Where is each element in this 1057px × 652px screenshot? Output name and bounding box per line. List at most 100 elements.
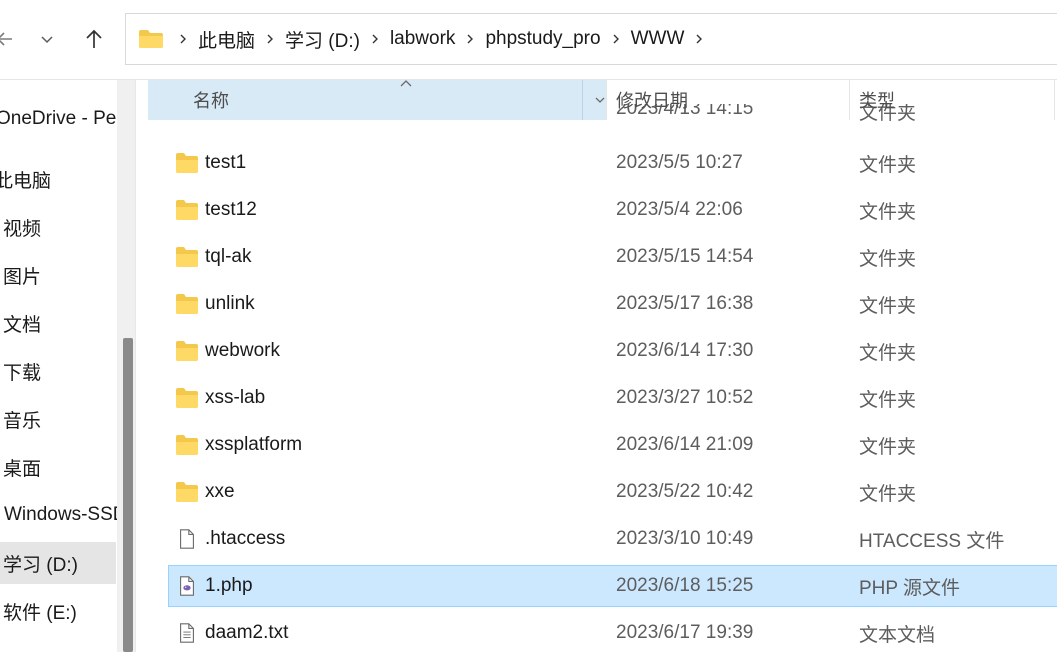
breadcrumb-phpstudy-pro[interactable]: phpstudy_pro xyxy=(479,28,606,50)
file-name: xssplatform xyxy=(205,434,303,455)
chevron-right-icon[interactable] xyxy=(368,32,382,46)
list-item[interactable]: webwork 2023/6/14 17:30 文件夹 xyxy=(169,331,1057,371)
sidebar-item-desktop[interactable]: 桌面 xyxy=(0,446,117,488)
file-type: 文件夹 xyxy=(859,483,917,505)
sidebar-item-documents[interactable]: 文档 xyxy=(0,302,117,344)
folder-icon xyxy=(176,435,198,455)
column-header-name[interactable]: 名称 xyxy=(148,80,606,120)
sidebar-item-pictures[interactable]: 图片 xyxy=(0,254,117,296)
chevron-right-icon[interactable] xyxy=(609,32,623,46)
sidebar-scrollbar-thumb[interactable] xyxy=(123,338,133,652)
file-name: test1 xyxy=(205,152,247,173)
sidebar-item-videos[interactable]: 视频 xyxy=(0,206,117,248)
blank-file-icon xyxy=(180,529,194,549)
column-separator[interactable] xyxy=(1054,80,1055,120)
list-item[interactable]: 1.php 2023/6/18 15:25 PHP 源文件 xyxy=(168,565,1057,607)
column-separator[interactable] xyxy=(606,80,607,120)
list-item[interactable]: tql-ak 2023/5/15 14:54 文件夹 xyxy=(169,237,1057,277)
file-date: 2023/5/15 14:54 xyxy=(616,246,754,267)
list-item[interactable]: test1 2023/5/5 10:27 文件夹 xyxy=(169,143,1057,183)
sidebar-item-music[interactable]: 音乐 xyxy=(0,398,117,440)
sidebar-item-label: OneDrive - Per xyxy=(0,108,117,129)
sidebar-item-label: 视频 xyxy=(3,218,42,240)
sidebar-item-drive-e[interactable]: 软件 (E:) xyxy=(0,590,117,632)
breadcrumb-www[interactable]: WWW xyxy=(625,28,691,50)
file-name: test12 xyxy=(205,199,257,220)
list-item[interactable]: test12 2023/5/4 22:06 文件夹 xyxy=(169,190,1057,230)
file-type: 文件夹 xyxy=(859,154,917,176)
file-type: 文件夹 xyxy=(859,248,917,270)
up-button[interactable] xyxy=(79,24,109,54)
sidebar-item-label: 音乐 xyxy=(3,410,42,432)
folder-icon xyxy=(176,388,198,408)
column-header-label: 修改日期 xyxy=(616,91,688,111)
sort-ascending-icon xyxy=(400,80,412,87)
text-file-icon xyxy=(180,623,194,643)
column-header-type[interactable]: 类型 xyxy=(859,80,1057,120)
navigation-pane: OneDrive - Per 此电脑 视频 图片 文档 下载 音乐 桌面 Win… xyxy=(0,80,117,652)
file-list: test 2023/4/13 14:15 文件夹 名称 修改日期 类型 test… xyxy=(136,80,1057,652)
column-separator[interactable] xyxy=(849,80,850,120)
sidebar-item-label: Windows-SSD xyxy=(4,504,117,525)
file-type: 文件夹 xyxy=(859,295,917,317)
folder-icon xyxy=(138,29,164,49)
file-date: 2023/6/17 19:39 xyxy=(616,622,754,643)
chevron-right-icon[interactable] xyxy=(463,32,477,46)
list-item[interactable]: xss-lab 2023/3/27 10:52 文件夹 xyxy=(169,378,1057,418)
file-name: xss-lab xyxy=(205,387,266,408)
sidebar-item-drive-d[interactable]: 学习 (D:) xyxy=(0,542,116,584)
chevron-right-icon[interactable] xyxy=(263,32,277,46)
recent-locations-button[interactable] xyxy=(32,24,62,54)
file-date: 2023/6/18 15:25 xyxy=(616,575,754,596)
sidebar-item-label: 图片 xyxy=(3,266,42,288)
file-type: PHP 源文件 xyxy=(859,577,961,599)
file-date: 2023/6/14 21:09 xyxy=(616,434,754,455)
file-type: 文件夹 xyxy=(859,201,917,223)
sidebar-item-windows-ssd[interactable]: Windows-SSD xyxy=(0,494,117,536)
sidebar-item-downloads[interactable]: 下载 xyxy=(0,350,117,392)
sidebar-item-this-pc[interactable]: 此电脑 xyxy=(0,158,117,200)
chevron-down-icon xyxy=(41,36,53,44)
file-date: 2023/3/27 10:52 xyxy=(616,387,754,408)
file-date: 2023/5/5 10:27 xyxy=(616,152,743,173)
list-item[interactable]: xxe 2023/5/22 10:42 文件夹 xyxy=(169,472,1057,512)
file-date: 2023/3/10 10:49 xyxy=(616,528,754,549)
column-header-date[interactable]: 修改日期 xyxy=(616,80,849,120)
arrow-up-icon xyxy=(86,29,102,48)
list-item[interactable]: unlink 2023/5/17 16:38 文件夹 xyxy=(169,284,1057,324)
breadcrumb-this-pc[interactable]: 此电脑 xyxy=(192,26,261,53)
php-file-icon xyxy=(180,576,194,596)
folder-icon xyxy=(176,341,198,361)
folder-icon xyxy=(176,247,198,267)
folder-icon xyxy=(176,153,198,173)
column-dropdown-divider xyxy=(582,80,583,120)
file-name: webwork xyxy=(205,340,280,361)
file-type: 文本文档 xyxy=(859,624,936,646)
folder-icon xyxy=(176,200,198,220)
back-button[interactable] xyxy=(0,24,20,54)
file-name: daam2.txt xyxy=(205,622,289,643)
file-date: 2023/6/14 17:30 xyxy=(616,340,754,361)
list-item[interactable]: .htaccess 2023/3/10 10:49 HTACCESS 文件 xyxy=(169,519,1057,559)
chevron-right-icon[interactable] xyxy=(176,32,190,46)
file-type: 文件夹 xyxy=(859,342,917,364)
sidebar-item-label: 下载 xyxy=(3,362,42,384)
file-type: 文件夹 xyxy=(859,436,917,458)
list-item[interactable]: xssplatform 2023/6/14 21:09 文件夹 xyxy=(169,425,1057,465)
sidebar-item-label: 文档 xyxy=(3,314,42,336)
arrow-left-icon xyxy=(0,32,12,46)
column-header-label: 名称 xyxy=(193,91,229,111)
address-bar[interactable]: 此电脑 学习 (D:) labwork phpstudy_pro WWW xyxy=(125,13,1057,65)
breadcrumb-labwork[interactable]: labwork xyxy=(384,28,461,50)
breadcrumb-drive-d[interactable]: 学习 (D:) xyxy=(279,26,366,53)
file-date: 2023/5/4 22:06 xyxy=(616,199,743,220)
file-date: 2023/5/22 10:42 xyxy=(616,481,754,502)
file-name: unlink xyxy=(205,293,255,314)
sidebar-item-onedrive[interactable]: OneDrive - Per xyxy=(0,98,117,140)
sidebar-item-label: 此电脑 xyxy=(0,170,52,192)
file-type: 文件夹 xyxy=(859,389,917,411)
chevron-right-icon[interactable] xyxy=(692,32,706,46)
list-item[interactable]: daam2.txt 2023/6/17 19:39 文本文档 xyxy=(169,613,1057,652)
chevron-down-icon[interactable] xyxy=(594,94,606,106)
folder-icon xyxy=(176,482,198,502)
